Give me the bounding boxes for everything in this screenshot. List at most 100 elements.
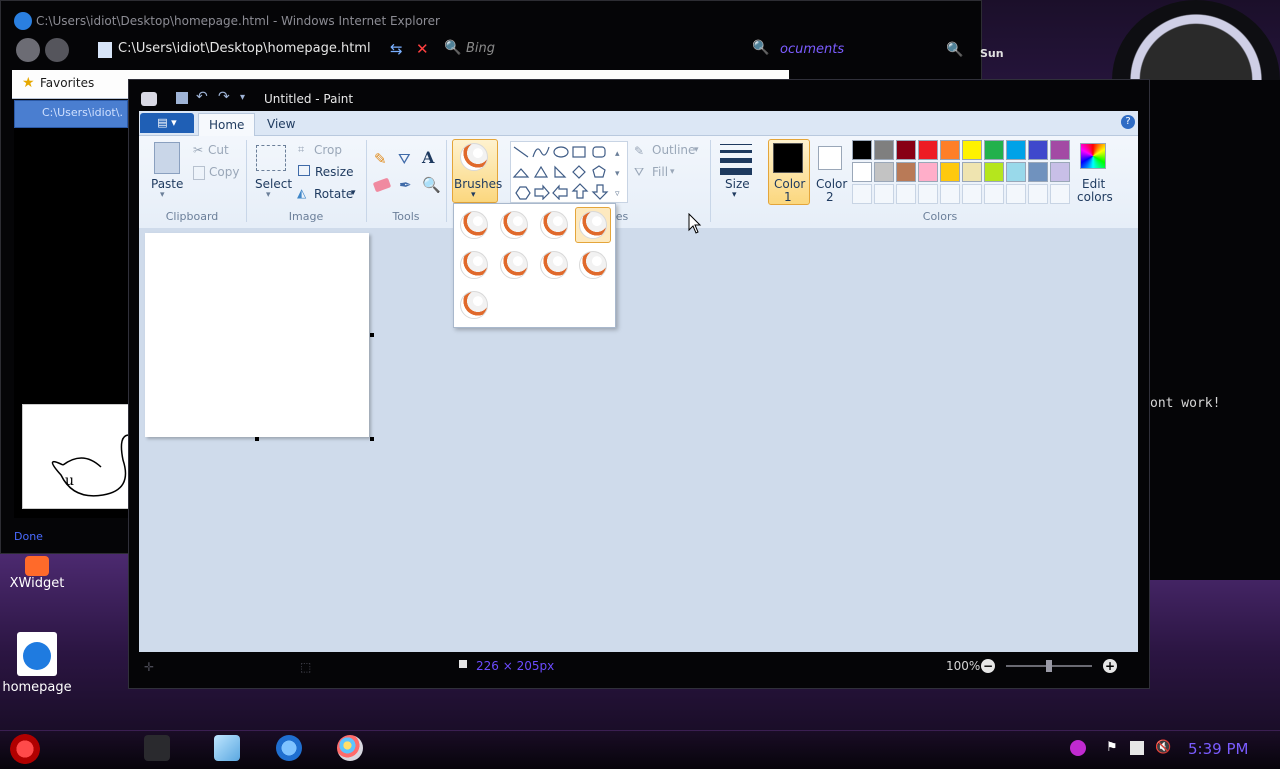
stop-icon[interactable]: ✕ (416, 40, 429, 58)
pencil-icon[interactable]: ✎ (374, 150, 387, 168)
taskbar-paint-icon[interactable] (337, 735, 363, 761)
color-swatch[interactable] (918, 140, 938, 160)
outline-button[interactable]: Outline (652, 143, 695, 157)
taskbar-ie-icon[interactable] (276, 735, 302, 761)
crop-button[interactable]: Crop (314, 143, 342, 157)
edit-colors-button[interactable]: Edit (1082, 177, 1105, 191)
paint-app-icon[interactable] (141, 92, 157, 106)
color-swatch[interactable] (896, 162, 916, 182)
copy-button[interactable]: Copy (209, 165, 239, 179)
paste-button[interactable]: Paste (151, 177, 183, 191)
color-2-swatch[interactable] (818, 146, 842, 170)
color-swatch[interactable] (918, 162, 938, 182)
color-2-label[interactable]: Color (816, 177, 847, 191)
color-swatch[interactable] (896, 140, 916, 160)
fill-bucket-icon[interactable]: ⛛ (398, 150, 411, 168)
resize-handle-bottom[interactable] (255, 437, 259, 441)
text-tool-icon[interactable]: A (422, 148, 434, 167)
paint-menu-button[interactable]: ▤ ▾ (140, 113, 194, 133)
search-input[interactable]: Bing (466, 41, 495, 56)
custom-color-slot[interactable] (962, 184, 982, 204)
color-swatch[interactable] (852, 140, 872, 160)
magnifier-icon[interactable]: 🔍 (422, 176, 441, 194)
color-swatch[interactable] (984, 140, 1004, 160)
brush-option-marker[interactable] (536, 247, 572, 283)
color-swatch[interactable] (852, 162, 872, 182)
rotate-dropdown-icon[interactable]: ▾ (351, 188, 356, 198)
search-icon[interactable]: 🔍 (752, 40, 769, 56)
resize-button[interactable]: Resize (315, 165, 353, 179)
tray-app-icon[interactable] (1070, 740, 1086, 756)
brush-option-calligraphy-1[interactable] (496, 207, 532, 243)
color-swatch[interactable] (984, 162, 1004, 182)
network-icon[interactable] (1130, 741, 1144, 755)
brush-option-pencil[interactable] (575, 247, 611, 283)
action-center-flag-icon[interactable]: ⚑ (1106, 740, 1118, 755)
brush-option-brush[interactable] (456, 207, 492, 243)
favorites-button[interactable]: Favorites (40, 76, 94, 90)
zoom-slider-thumb[interactable] (1046, 660, 1052, 672)
desktop-icon-xwidget[interactable]: XWidget (2, 556, 72, 591)
shapes-scroll-icon[interactable]: ▴ ▾ ▿ (615, 144, 620, 204)
outline-dropdown-icon[interactable]: ▾ (694, 145, 699, 155)
address-bar[interactable]: C:\Users\idiot\Desktop\homepage.html (118, 41, 371, 56)
size-dropdown-icon[interactable]: ▾ (732, 190, 737, 200)
zoom-in-button[interactable]: + (1103, 659, 1117, 673)
resize-handle-right[interactable] (370, 333, 374, 337)
help-icon[interactable]: ? (1121, 115, 1135, 129)
brush-option-calligraphy-2[interactable] (536, 207, 572, 243)
forward-button[interactable] (45, 38, 69, 62)
volume-muted-icon[interactable]: 🔇 (1155, 740, 1171, 755)
select-button[interactable]: Select (255, 177, 292, 191)
color-swatch[interactable] (874, 162, 894, 182)
refresh-icon[interactable]: ⇆ (390, 40, 403, 58)
redo-icon[interactable]: ↷ (218, 89, 230, 105)
tab-view[interactable]: View (257, 113, 305, 135)
save-icon[interactable] (176, 92, 188, 104)
custom-color-slot[interactable] (918, 184, 938, 204)
zoom-out-button[interactable]: − (981, 659, 995, 673)
color-swatch[interactable] (940, 140, 960, 160)
color-swatch[interactable] (1028, 140, 1048, 160)
undo-icon[interactable]: ↶ (196, 89, 208, 105)
search-icon[interactable]: 🔍 (946, 42, 963, 58)
color-swatch[interactable] (1006, 140, 1026, 160)
start-button[interactable] (10, 734, 40, 764)
custom-color-slot[interactable] (1006, 184, 1026, 204)
brush-option-crayon[interactable] (496, 247, 532, 283)
fill-dropdown-icon[interactable]: ▾ (670, 167, 675, 177)
quick-access-dropdown-icon[interactable]: ▾ (240, 92, 245, 103)
color-swatch[interactable] (940, 162, 960, 182)
color-swatch[interactable] (1028, 162, 1048, 182)
custom-color-slot[interactable] (1028, 184, 1048, 204)
color-swatch[interactable] (962, 140, 982, 160)
rotate-button[interactable]: Rotate (314, 187, 353, 201)
documents-link[interactable]: ocuments (780, 42, 844, 57)
brushes-dropdown-icon[interactable]: ▾ (471, 190, 476, 200)
custom-color-slot[interactable] (984, 184, 1004, 204)
back-button[interactable] (16, 38, 40, 62)
select-dropdown-icon[interactable]: ▾ (266, 190, 271, 200)
drawing-canvas[interactable] (145, 233, 369, 437)
color-swatch[interactable] (874, 140, 894, 160)
cut-button[interactable]: Cut (208, 143, 229, 157)
color-swatch[interactable] (1050, 162, 1070, 182)
taskbar-app-icon[interactable] (144, 735, 170, 761)
color-swatch[interactable] (1006, 162, 1026, 182)
color-swatch[interactable] (1050, 140, 1070, 160)
custom-color-slot[interactable] (852, 184, 872, 204)
resize-handle-corner[interactable] (370, 437, 374, 441)
brush-option-oil[interactable] (456, 247, 492, 283)
custom-color-slot[interactable] (1050, 184, 1070, 204)
tab-home[interactable]: Home (198, 113, 256, 136)
color-picker-icon[interactable]: ✒ (399, 176, 412, 194)
taskbar-clock[interactable]: 5:39 PM (1188, 740, 1248, 758)
custom-color-slot[interactable] (896, 184, 916, 204)
taskbar-notes-icon[interactable] (214, 735, 240, 761)
desktop-icon-homepage[interactable]: homepage (2, 632, 72, 695)
custom-color-slot[interactable] (940, 184, 960, 204)
brush-option-watercolor[interactable] (456, 287, 492, 323)
fill-button[interactable]: Fill (652, 165, 668, 179)
brush-option-airbrush[interactable] (575, 207, 611, 243)
custom-color-slot[interactable] (874, 184, 894, 204)
